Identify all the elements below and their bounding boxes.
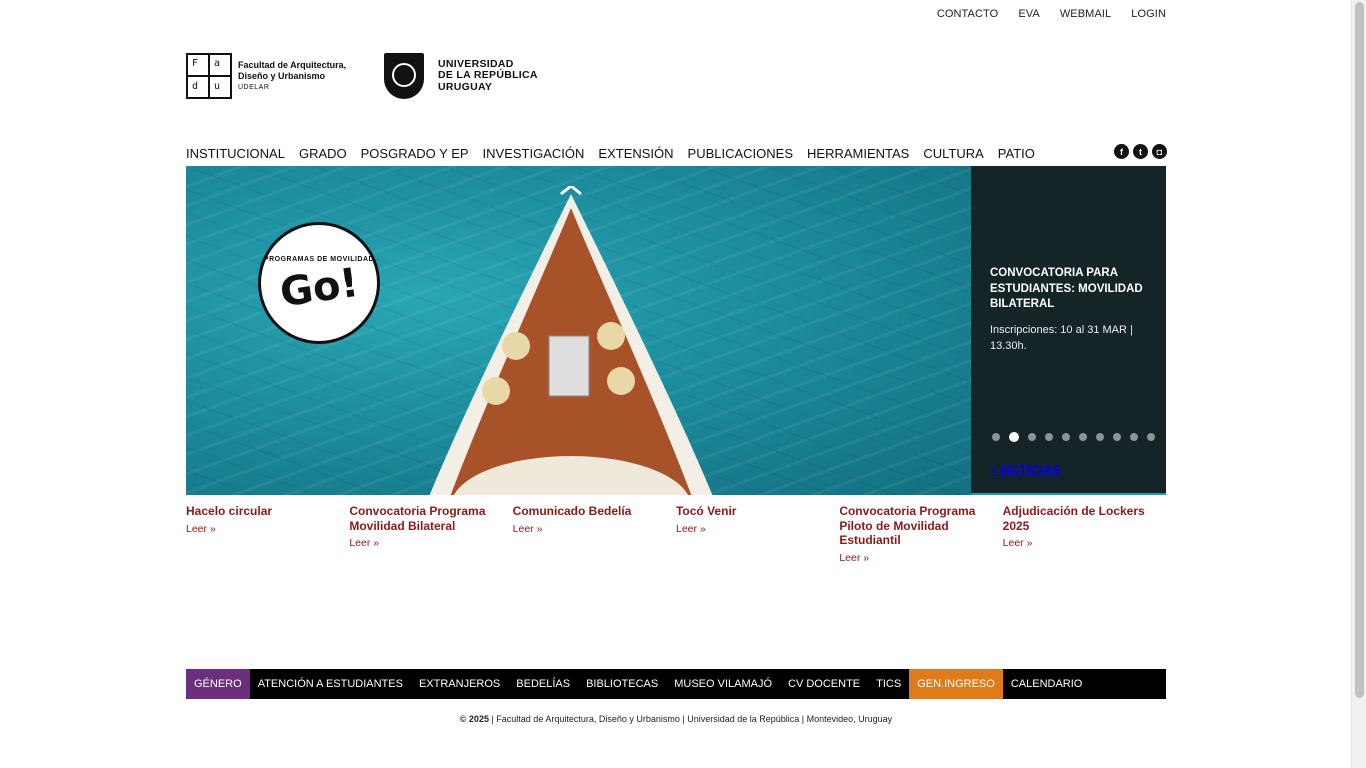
fadu-logo-text: Facultad de Arquitectura, Diseño y Urban… bbox=[238, 60, 358, 93]
footer-link-extranjeros[interactable]: EXTRANJEROS bbox=[411, 669, 508, 699]
scrollbar-thumb[interactable] bbox=[1355, 2, 1364, 698]
boat-illustration bbox=[429, 186, 713, 495]
news-item: Tocó Venir Leer » bbox=[676, 504, 839, 566]
news-title[interactable]: Hacelo circular bbox=[186, 504, 337, 519]
slider-dot[interactable] bbox=[1062, 433, 1070, 441]
copyright: © 2025 | Facultad de Arquitectura, Diseñ… bbox=[186, 714, 1166, 724]
slider-dot[interactable] bbox=[1113, 433, 1121, 441]
udelar-logo-text: UNIVERSIDAD DE LA REPÚBLICA URUGUAY bbox=[438, 58, 538, 94]
fadu-letter-a: a bbox=[214, 58, 221, 69]
news-title[interactable]: Comunicado Bedelía bbox=[513, 504, 664, 519]
fadu-letter-u: u bbox=[214, 81, 221, 92]
fadu-name: Facultad de Arquitectura, Diseño y Urban… bbox=[238, 59, 347, 81]
slider-dots bbox=[992, 432, 1155, 442]
nav-cultura[interactable]: CULTURA bbox=[923, 146, 983, 161]
more-news-link[interactable]: + NOTICIAS bbox=[990, 463, 1061, 477]
udelar-line3: URUGUAY bbox=[438, 80, 493, 93]
nav-grado[interactable]: GRADO bbox=[299, 146, 347, 161]
news-title[interactable]: Tocó Venir bbox=[676, 504, 827, 519]
footer-link-genero[interactable]: GÉNERO bbox=[186, 669, 250, 699]
slider-dot[interactable] bbox=[1130, 433, 1138, 441]
nav-herramientas[interactable]: HERRAMIENTAS bbox=[807, 146, 909, 161]
news-title[interactable]: Convocatoria Programa Piloto de Movilida… bbox=[839, 504, 990, 548]
movilidad-badge: PROGRAMAS DE MOVILIDAD Go! bbox=[258, 222, 380, 344]
top-link-eva[interactable]: EVA bbox=[1018, 8, 1040, 20]
nav-publicaciones[interactable]: PUBLICACIONES bbox=[688, 146, 793, 161]
fadu-letter-d: d bbox=[192, 81, 199, 92]
hero-image[interactable]: PROGRAMAS DE MOVILIDAD Go! bbox=[186, 166, 971, 495]
udelar-seal-icon bbox=[384, 53, 424, 99]
fadu-logo-mark: F a d u bbox=[186, 53, 232, 99]
news-read-more[interactable]: Leer » bbox=[186, 523, 216, 535]
twitter-icon[interactable]: t bbox=[1133, 144, 1148, 159]
news-item: Hacelo circular Leer » bbox=[186, 504, 349, 566]
news-title[interactable]: Convocatoria Programa Movilidad Bilatera… bbox=[349, 504, 500, 533]
news-read-more[interactable]: Leer » bbox=[839, 552, 869, 564]
top-links: CONTACTO EVA WEBMAIL LOGIN bbox=[917, 8, 1166, 20]
news-item: Convocatoria Programa Movilidad Bilatera… bbox=[349, 504, 512, 566]
footer-link-bibliotecas[interactable]: BIBLIOTECAS bbox=[578, 669, 666, 699]
hero-description: Inscripciones: 10 al 31 MAR | 13.30h. bbox=[990, 324, 1133, 352]
top-link-webmail[interactable]: WEBMAIL bbox=[1060, 8, 1111, 20]
copyright-year: © 2025 bbox=[459, 714, 489, 724]
page-scrollbar[interactable] bbox=[1351, 0, 1366, 768]
slider-dot[interactable] bbox=[1045, 433, 1053, 441]
facebook-icon[interactable]: f bbox=[1114, 144, 1129, 159]
news-title[interactable]: Adjudicación de Lockers 2025 bbox=[1003, 504, 1154, 533]
badge-big-text: Go! bbox=[276, 259, 362, 316]
nav-institucional[interactable]: INSTITUCIONAL bbox=[186, 146, 285, 161]
slider-dot[interactable] bbox=[992, 433, 1000, 441]
slider-dot[interactable] bbox=[1147, 433, 1155, 441]
top-link-login[interactable]: LOGIN bbox=[1131, 8, 1166, 20]
udelar-logo[interactable]: UNIVERSIDAD DE LA REPÚBLICA URUGUAY bbox=[384, 53, 538, 99]
news-item: Comunicado Bedelía Leer » bbox=[513, 504, 676, 566]
hero-caption-panel: CONVOCATORIA PARA ESTUDIANTES: MOVILIDAD… bbox=[971, 166, 1166, 495]
footer-link-tics[interactable]: TICS bbox=[868, 669, 909, 699]
hero-slider: PROGRAMAS DE MOVILIDAD Go! CONVOCATORIA … bbox=[186, 166, 1166, 495]
slider-dot[interactable] bbox=[1079, 433, 1087, 441]
news-read-more[interactable]: Leer » bbox=[349, 537, 379, 549]
footer-links-bar: GÉNERO ATENCIÓN A ESTUDIANTES EXTRANJERO… bbox=[186, 669, 1166, 699]
copyright-text: | Facultad de Arquitectura, Diseño y Urb… bbox=[488, 714, 893, 724]
fadu-sub: UDELAR bbox=[238, 83, 270, 91]
fadu-logo[interactable]: F a d u Facultad de Arquitectura, Diseño… bbox=[186, 53, 358, 99]
footer-link-gen-ingreso[interactable]: GEN.INGRESO bbox=[909, 669, 1003, 699]
news-read-more[interactable]: Leer » bbox=[1003, 537, 1033, 549]
badge-small-text: PROGRAMAS DE MOVILIDAD bbox=[263, 255, 375, 263]
footer-link-cv-docente[interactable]: CV DOCENTE bbox=[780, 669, 868, 699]
footer-link-atencion[interactable]: ATENCIÓN A ESTUDIANTES bbox=[250, 669, 411, 699]
top-link-contacto[interactable]: CONTACTO bbox=[937, 8, 999, 20]
footer-link-museo[interactable]: MUSEO VILAMAJÓ bbox=[666, 669, 780, 699]
slider-dot[interactable] bbox=[1096, 433, 1104, 441]
social-links: f t ◘ bbox=[1114, 144, 1167, 159]
footer-link-bedelias[interactable]: BEDELÍAS bbox=[508, 669, 578, 699]
hero-title[interactable]: CONVOCATORIA PARA ESTUDIANTES: MOVILIDAD… bbox=[990, 266, 1152, 313]
slider-dot-active[interactable] bbox=[1009, 432, 1019, 442]
nav-posgrado[interactable]: POSGRADO Y EP bbox=[361, 146, 469, 161]
nav-extension[interactable]: EXTENSIÓN bbox=[598, 146, 673, 161]
nav-patio[interactable]: PATIO bbox=[998, 146, 1035, 161]
instagram-icon[interactable]: ◘ bbox=[1152, 144, 1167, 159]
news-item: Adjudicación de Lockers 2025 Leer » bbox=[1003, 504, 1166, 566]
news-read-more[interactable]: Leer » bbox=[676, 523, 706, 535]
fadu-letter-f: F bbox=[192, 58, 199, 69]
nav-investigacion[interactable]: INVESTIGACIÓN bbox=[483, 146, 585, 161]
news-list: Hacelo circular Leer » Convocatoria Prog… bbox=[186, 504, 1166, 566]
news-read-more[interactable]: Leer » bbox=[513, 523, 543, 535]
slider-dot[interactable] bbox=[1028, 433, 1036, 441]
news-item: Convocatoria Programa Piloto de Movilida… bbox=[839, 504, 1002, 566]
main-nav: INSTITUCIONAL GRADO POSGRADO Y EP INVEST… bbox=[186, 146, 1049, 161]
footer-link-calendario[interactable]: CALENDARIO bbox=[1003, 669, 1091, 699]
